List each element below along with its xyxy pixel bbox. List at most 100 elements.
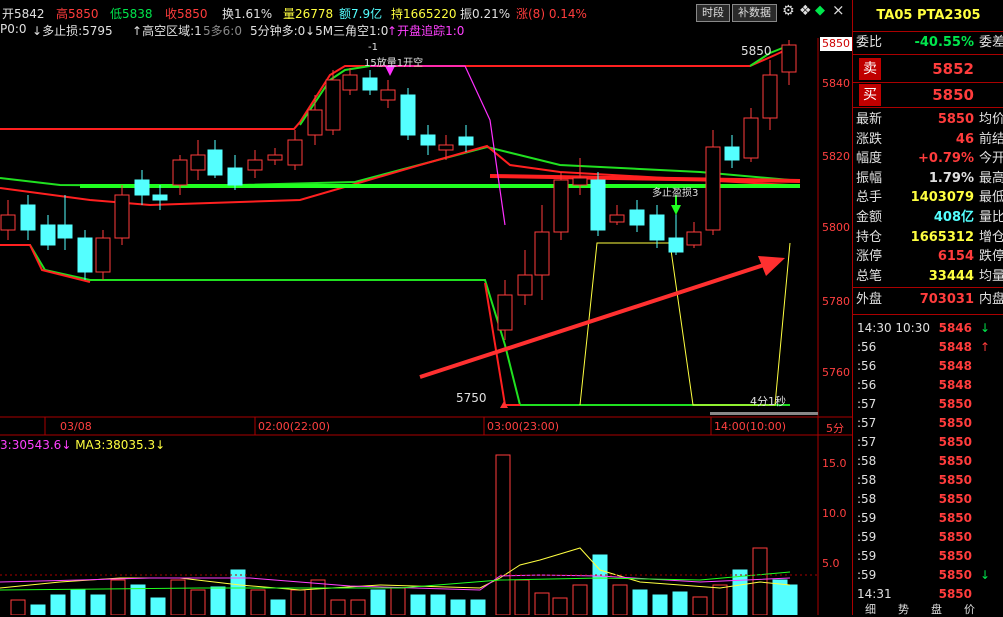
volume-tick-label: 10.0	[822, 507, 847, 520]
volume-bar	[495, 454, 511, 615]
candle-body	[590, 179, 606, 231]
quote-row-value: +0.79%	[918, 151, 974, 167]
quote-row-value: 33444	[928, 268, 974, 284]
candle-body	[781, 44, 797, 73]
quote-row-label: 振幅	[856, 170, 883, 186]
quote-row-label: 总手	[856, 190, 883, 206]
candle-body	[267, 154, 283, 161]
quote-row: 幅度 +0.79% 今开	[853, 149, 1003, 168]
volume-bar	[30, 604, 46, 615]
volume-bar	[50, 594, 66, 615]
high-mark: 5850	[741, 44, 772, 58]
candle-body	[609, 214, 625, 223]
candle-body	[629, 209, 645, 226]
volume-bar	[70, 589, 86, 615]
tick-time: :59	[857, 549, 877, 563]
signal-take-profit: 多止盈损3	[652, 188, 699, 199]
volume-bar	[552, 597, 568, 615]
quote-row-value: 408亿	[933, 210, 974, 225]
volume-bar	[310, 579, 326, 615]
quote-row-right: 跌停	[979, 249, 1003, 265]
candle-body	[705, 146, 721, 231]
time-tick-label: 5分	[826, 422, 844, 435]
ma3-label: MA3:38035.3↓	[75, 438, 166, 452]
tick-time: :56	[857, 378, 877, 392]
tick-row: :59 5850	[853, 509, 1003, 528]
progress-bar	[710, 412, 818, 415]
volume-bar	[430, 594, 446, 615]
candle-body	[743, 117, 759, 159]
volume-bar	[632, 589, 648, 615]
candle-body	[458, 136, 474, 146]
ma-green-line	[0, 244, 790, 406]
price-tick-label: 5840	[822, 77, 850, 90]
volume-bar	[782, 584, 798, 615]
time-tick-label: 02:00(22:00)	[258, 420, 330, 433]
volume-bar	[90, 594, 106, 615]
quote-row-label: 最新	[856, 112, 883, 127]
quote-row-label: 持仓	[856, 229, 883, 245]
volume-bar	[10, 599, 26, 615]
candle-body	[20, 204, 36, 231]
time-tick-label: 03:00(23:00)	[487, 420, 559, 433]
tick-row: :57 5850	[853, 395, 1003, 414]
volume-bar	[612, 584, 628, 615]
volume-bar	[290, 589, 306, 615]
candle-body	[40, 224, 56, 246]
candle-body	[497, 294, 513, 331]
candle-body	[380, 89, 396, 101]
quote-row-value: 46	[955, 131, 974, 147]
candle-body	[342, 74, 358, 91]
volume-bar	[672, 591, 688, 615]
volume-bar	[270, 599, 286, 615]
quote-row-right: 今开	[979, 151, 1003, 167]
tick-price: 5850	[938, 473, 972, 487]
tick-row: :59 5850	[853, 547, 1003, 566]
volume-bar	[370, 589, 386, 615]
tick-price: 5850	[938, 416, 972, 430]
buy-badge: 买	[859, 84, 881, 106]
trend-arrow-head	[758, 256, 785, 276]
countdown-timer: 4分1秒	[750, 395, 786, 408]
tick-time: :59	[857, 511, 877, 525]
quote-row: 最新 5850 均价	[853, 110, 1003, 129]
tick-time: 14:30 10:30	[857, 321, 930, 335]
volume-tick-label: 5.0	[822, 557, 840, 570]
candle-body	[190, 154, 206, 171]
tick-time: :57	[857, 416, 877, 430]
candle-body	[762, 74, 778, 119]
tick-row: :57 5850	[853, 414, 1003, 433]
tick-row: :56 5848	[853, 376, 1003, 395]
candle-body	[172, 159, 188, 186]
volume-bar	[150, 597, 166, 615]
quote-row-label: 涨跌	[856, 131, 883, 147]
quote-row: 涨跌 46 前结	[853, 130, 1003, 149]
volume-tick-label: 15.0	[822, 457, 847, 470]
candle-body	[247, 159, 263, 171]
volume-header: 3:30543.6↓ MA3:38035.3↓	[0, 438, 165, 452]
tick-row: :58 5850	[853, 452, 1003, 471]
candle-body	[553, 179, 569, 233]
tick-row: :58 5850	[853, 490, 1003, 509]
low-mark: 5750	[456, 391, 487, 405]
volume-bar	[110, 579, 126, 615]
price-tick-label: 5760	[822, 366, 850, 379]
quote-row-right: 量比	[979, 210, 1003, 225]
tick-row: :57 5850	[853, 433, 1003, 452]
candle-body	[649, 214, 665, 241]
volume-bar	[572, 584, 588, 615]
tick-price: 5850	[938, 530, 972, 544]
candle-body	[686, 231, 702, 246]
tick-row: :56 5848	[853, 357, 1003, 376]
tick-price: 5850	[938, 549, 972, 563]
quote-row: 涨停 6154 跌停	[853, 247, 1003, 266]
candle-body	[95, 237, 111, 273]
order-book: 卖 5852 买 5850	[853, 56, 1003, 108]
tick-price: 5850	[938, 397, 972, 411]
candle-body	[114, 194, 130, 239]
price-tick-label: 5780	[822, 295, 850, 308]
kline-chart[interactable]	[0, 0, 852, 615]
tick-row: 14:30 10:30 5846 ↓	[853, 319, 1003, 338]
time-tick-label: 03/08	[60, 420, 92, 433]
candle-body	[325, 79, 341, 131]
